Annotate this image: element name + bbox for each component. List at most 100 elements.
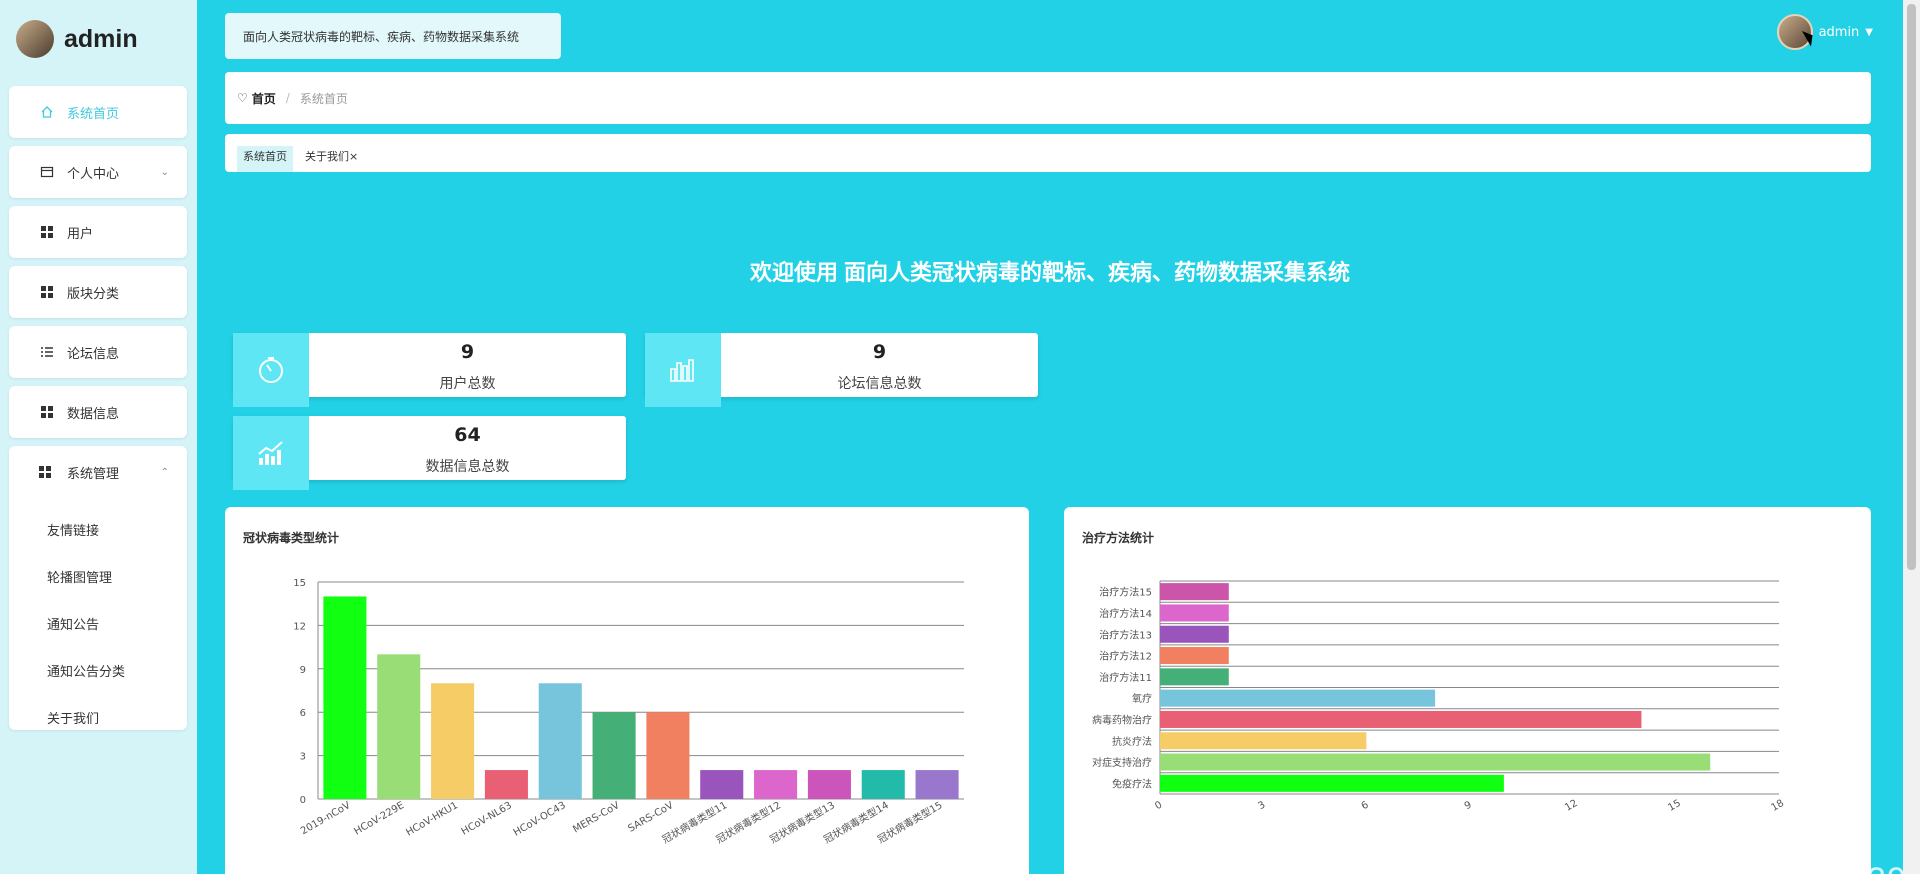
bar [1160,625,1229,643]
breadcrumb-separator: / [285,91,290,105]
x-tick-label: 0 [1153,799,1164,812]
timer-icon [233,333,309,407]
y-tick-label: 对症支持治疗 [1092,756,1152,769]
caret-down-icon[interactable]: ▼ [1865,27,1873,38]
bar [1160,647,1229,665]
x-tick-label: HCoV-OC43 [512,800,568,839]
system-title: 面向人类冠状病毒的靶标、疾病、药物数据采集系统 [225,13,561,59]
y-tick-label: 免疫疗法 [1112,777,1152,790]
stat-label: 用户总数 [439,376,496,392]
trend-chart-icon [233,416,309,490]
y-tick-label: 治疗方法13 [1099,628,1152,641]
user-menu[interactable]: admin ▼ [1776,14,1873,50]
grid-icon [39,466,55,478]
stat-card-forum: 9 论坛信息总数 [645,333,1038,407]
stat-value: 64 [454,424,481,446]
bar [807,770,851,799]
bar [431,683,475,799]
bar [538,683,582,799]
breadcrumb-home[interactable]: 首页 [252,90,276,107]
sidebar-item-personal[interactable]: 个人中心 ⌄ [9,146,187,198]
bar [700,770,744,799]
bar [1160,689,1436,707]
sidebar-item-label: 论坛信息 [67,346,120,362]
stat-card-users: 9 用户总数 [233,333,626,407]
bar [1160,668,1229,686]
page-scrollbar[interactable] [1903,0,1920,874]
x-tick-label: HCoV-229E [352,800,406,837]
bar [323,596,367,799]
main-area: 面向人类冠状病毒的靶标、疾病、药物数据采集系统 admin ▼ ♡ 首页 / 系… [197,0,1920,874]
treatment-chart: 0 3 6 9 12 15 18 治疗方法15 治疗方法14 治疗方法13 治疗方法12 治疗方法11… [1092,580,1786,814]
sidebar-item-board-category[interactable]: 版块分类 [9,266,187,318]
x-tick-label: HCoV-NL63 [460,800,514,838]
sidebar-subitem-about[interactable]: 关于我们 [47,708,99,727]
x-tick-label: 3 [1256,799,1267,812]
y-tick-label: 12 [293,621,306,632]
grid-icon [39,284,55,300]
sidebar-item-home[interactable]: 系统首页 [9,86,187,138]
breadcrumb: ♡ 首页 / 系统首页 [225,72,1871,124]
grid-icon [39,404,55,420]
sidebar-item-label: 版块分类 [67,286,120,302]
sidebar-subitem-carousel[interactable]: 轮播图管理 [47,567,112,586]
y-tick-label: 3 [300,752,306,763]
y-tick-label: 0 [300,795,306,806]
stat-label: 论坛信息总数 [837,376,922,392]
bar [754,770,798,799]
chart-card-treatment: 治疗方法统计 0 3 6 9 12 15 18 治疗方法15 治疗方法14 治疗方法13 治疗方法1… [1064,507,1871,874]
sidebar-item-data[interactable]: 数据信息 [9,386,187,438]
chevron-up-icon: ⌃ [160,466,169,478]
bar [484,770,528,799]
y-tick-label: 15 [293,578,306,589]
tab-about[interactable]: 关于我们× [305,148,358,164]
y-tick-label: 氧疗 [1132,692,1152,705]
sidebar-subitem-notice-category[interactable]: 通知公告分类 [47,661,125,680]
welcome-title: 欢迎使用 面向人类冠状病毒的靶标、疾病、药物数据采集系统 [749,260,1351,285]
sidebar-item-label: 用户 [67,226,94,242]
bar [1160,710,1642,728]
y-tick-label: 9 [300,665,306,676]
list-icon [39,344,55,360]
sidebar-item-forum[interactable]: 论坛信息 [9,326,187,378]
tags-view: 系统首页 关于我们× [225,134,1871,172]
scrollbar-thumb[interactable] [1907,4,1916,570]
bar [1160,732,1367,750]
sidebar-item-label: 数据信息 [67,406,120,422]
watermark: CSDN @QQ3295391197 [1697,822,1920,874]
bar-chart-icon [645,333,721,407]
brand: admin [16,18,138,60]
breadcrumb-current: 系统首页 [299,91,348,106]
sidebar-item-system[interactable]: 系统管理 ⌃ [9,446,187,498]
bar [1160,583,1229,601]
sidebar-item-users[interactable]: 用户 [9,206,187,258]
chart-card-virus-type: 冠状病毒类型统计 0 3 6 9 12 15 2019-nCoV HCoV-229E HCoV-… [225,507,1029,874]
user-name[interactable]: admin [1819,25,1860,40]
heart-icon: ♡ [237,91,248,105]
chevron-down-icon: ⌄ [160,166,169,178]
sidebar-system-group: 系统管理 ⌃ 友情链接 轮播图管理 通知公告 通知公告分类 关于我们 [9,446,187,730]
tab-home[interactable]: 系统首页 [237,146,293,172]
stat-value: 9 [872,341,887,363]
y-tick-label: 病毒药物治疗 [1092,713,1152,726]
y-tick-label: 6 [300,708,306,719]
sidebar-item-label: 系统管理 [67,466,120,482]
y-tick-label: 抗炎疗法 [1112,735,1152,748]
virus-type-chart: 036912152019-nCoV HCoV-229EHCoV-HKU1 HCoV-… [293,578,964,846]
y-tick-label: 治疗方法12 [1099,650,1152,663]
sidebar-subitem-friend-links[interactable]: 友情链接 [47,520,99,539]
bar [377,654,421,799]
x-tick-label: 12 [1563,798,1580,814]
sidebar-item-label: 系统首页 [67,106,120,122]
y-tick-label: 治疗方法15 [1099,586,1152,599]
y-tick-label: 治疗方法11 [1099,671,1152,684]
bar [1160,774,1504,792]
brand-name: admin [64,24,138,53]
bar [1160,753,1711,771]
stat-value: 9 [460,341,475,363]
stat-card-data: 64 数据信息总数 [233,416,626,490]
bar [861,770,905,799]
x-tick-label: HCoV-HKU1 [404,800,460,839]
y-tick-label: 治疗方法14 [1099,607,1152,620]
sidebar-subitem-notice[interactable]: 通知公告 [47,614,99,633]
